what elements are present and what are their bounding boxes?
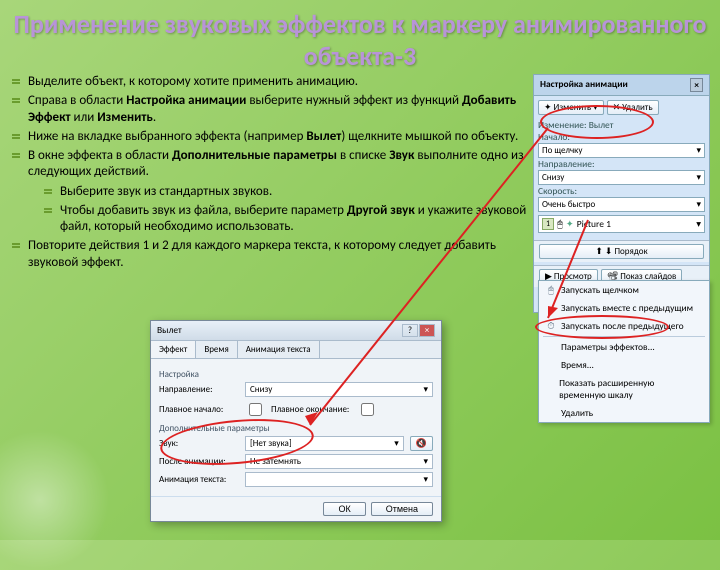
animation-item[interactable]: 1🖱✦Picture 1▾ <box>538 215 705 233</box>
help-icon[interactable]: ? <box>402 324 418 337</box>
ctx-effect-options[interactable]: Параметры эффектов... <box>539 338 709 356</box>
ctx-with-prev[interactable]: Запускать вместе с предыдущим <box>539 299 709 317</box>
close-icon[interactable]: × <box>690 78 703 92</box>
pane-title: Настройка анимации <box>540 78 628 92</box>
dlg-direction[interactable]: Снизу▾ <box>245 382 433 397</box>
start-select[interactable]: По щелчку▾ <box>538 143 705 158</box>
bullet-item: Выделите объект, к которому хотите приме… <box>10 74 527 90</box>
close-icon[interactable]: × <box>419 324 435 337</box>
bullet-list: Выделите объект, к которому хотите приме… <box>10 74 533 313</box>
speed-select[interactable]: Очень быстро▾ <box>538 197 705 212</box>
bullet-item: Чтобы добавить звук из файла, выберите п… <box>42 203 527 236</box>
bullet-item: Справа в области Настройка анимации выбе… <box>10 93 527 126</box>
slide-title: Применение звуковых эффектов к маркеру а… <box>0 0 720 74</box>
tab-time[interactable]: Время <box>196 341 237 358</box>
bullet-item: В окне эффекта в области Дополнительные … <box>10 148 527 235</box>
dlg-textanim[interactable]: ▾ <box>245 472 433 487</box>
bullet-item: Выберите звук из стандартных звуков. <box>42 184 527 200</box>
bullet-item: Ниже на вкладке выбранного эффекта (напр… <box>10 129 527 145</box>
ctx-click[interactable]: 🖱Запускать щелчком <box>539 281 709 299</box>
ctx-timeline[interactable]: Показать расширенную временную шкалу <box>539 374 709 404</box>
tab-textanim[interactable]: Анимация текста <box>238 341 320 358</box>
cancel-button[interactable]: Отмена <box>371 502 433 516</box>
ctx-delete[interactable]: Удалить <box>539 404 709 422</box>
ctx-timing[interactable]: Время... <box>539 356 709 374</box>
tab-effect[interactable]: Эффект <box>151 341 196 358</box>
direction-select[interactable]: Снизу▾ <box>538 170 705 185</box>
context-menu: 🖱Запускать щелчком Запускать вместе с пр… <box>538 280 710 423</box>
effect-dialog: Вылет?× ЭффектВремяАнимация текста Настр… <box>150 320 442 522</box>
bullet-item: Повторите действия 1 и 2 для каждого мар… <box>10 238 527 271</box>
order-buttons[interactable]: ⬆ ⬇ Порядок <box>539 244 704 259</box>
ok-button[interactable]: ОК <box>323 502 365 516</box>
